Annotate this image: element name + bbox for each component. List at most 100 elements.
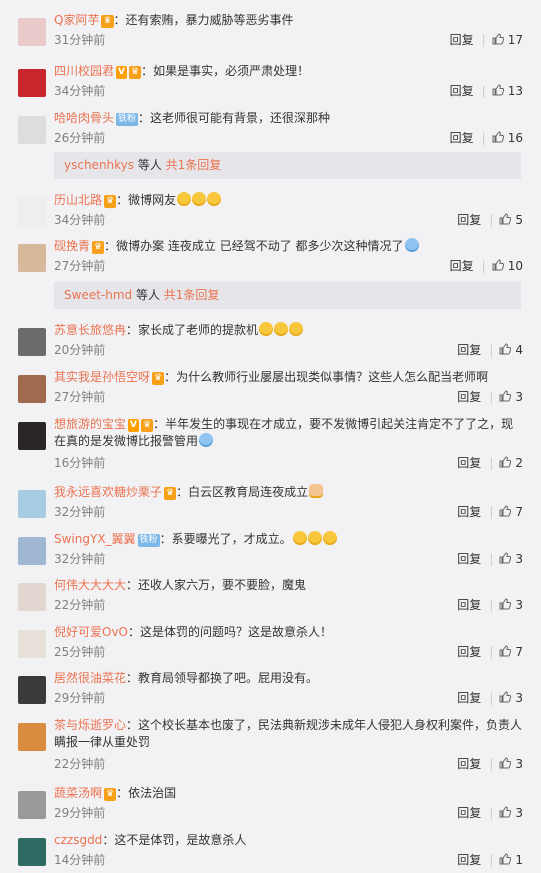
like-button[interactable]: 2 — [499, 456, 523, 470]
reply-button[interactable]: 回复 — [457, 691, 481, 705]
avatar[interactable] — [18, 490, 46, 518]
timestamp: 29分钟前 — [54, 691, 106, 705]
reply-button[interactable]: 回复 — [457, 806, 481, 820]
comment-text: ：系要曝光了，才成立。 — [159, 532, 292, 546]
reply-button[interactable]: 回复 — [457, 343, 481, 357]
username-link[interactable]: czzsgdd — [54, 833, 102, 847]
like-button[interactable]: 10 — [492, 259, 523, 273]
avatar[interactable] — [18, 630, 46, 658]
reply-count[interactable]: 共1条回复 — [166, 158, 222, 172]
reply-button[interactable]: 回复 — [450, 33, 474, 47]
reply-button[interactable]: 回复 — [450, 84, 474, 98]
username-link[interactable]: 居然很油菜花 — [54, 671, 126, 685]
divider: | — [489, 757, 494, 771]
username-link[interactable]: 四川校园君 — [54, 64, 114, 78]
vip-badge-icon: ♛ — [92, 241, 105, 254]
comment-content: 苏意长旅悠冉：家长成了老师的提款机 — [54, 322, 525, 339]
like-button[interactable]: 3 — [499, 390, 523, 404]
like-button[interactable]: 7 — [499, 645, 523, 659]
avatar[interactable] — [18, 537, 46, 565]
reply-username[interactable]: yschenhkys — [64, 158, 134, 172]
comment-item: czzsgdd：这不是体罚，是故意杀人 14分钟前 回复 | 1 — [0, 830, 541, 870]
username-link[interactable]: 倪好可爱OvO — [54, 625, 128, 639]
reply-button[interactable]: 回复 — [457, 390, 481, 404]
comment-actions: 回复 | 5 — [457, 213, 523, 227]
username-link[interactable]: Q家阿芋 — [54, 13, 99, 27]
reply-button[interactable]: 回复 — [457, 645, 481, 659]
username-link[interactable]: 我永远喜欢糖炒栗子 — [54, 485, 162, 499]
username-link[interactable]: 哈哈肉骨头 — [54, 111, 114, 125]
like-button[interactable]: 1 — [499, 853, 523, 867]
username-link[interactable]: SwingYX_翼翼 — [54, 532, 136, 546]
like-count: 3 — [515, 390, 523, 404]
verified-icon: V — [128, 419, 139, 432]
reply-button[interactable]: 回复 — [457, 505, 481, 519]
avatar[interactable] — [18, 198, 46, 226]
comment-content: 砚挽青 ♛ ：微博办案 连夜成立 已经驾不动了 都多少次这种情况了 — [54, 238, 525, 255]
avatar[interactable] — [18, 583, 46, 611]
reply-button[interactable]: 回复 — [457, 853, 481, 867]
comment-actions: 回复 | 3 — [457, 598, 523, 612]
reply-button[interactable]: 回复 — [457, 456, 481, 470]
like-button[interactable]: 16 — [492, 131, 523, 145]
comment-text: ：微博办案 连夜成立 已经驾不动了 都多少次这种情况了 — [104, 239, 404, 253]
timestamp: 22分钟前 — [54, 757, 106, 771]
avatar[interactable] — [18, 18, 46, 46]
reply-button[interactable]: 回复 — [457, 552, 481, 566]
avatar[interactable] — [18, 244, 46, 272]
username-link[interactable]: 何伟大大大大 — [54, 578, 126, 592]
comment-item: 茶与烁逝罗心：这个校长基本也废了，民法典新规涉未成年人侵犯人身权利案件，负责人瞒… — [0, 715, 541, 771]
like-count: 2 — [515, 456, 523, 470]
like-button[interactable]: 3 — [499, 757, 523, 771]
like-icon — [499, 390, 512, 402]
like-button[interactable]: 3 — [499, 691, 523, 705]
avatar[interactable] — [18, 116, 46, 144]
avatar[interactable] — [18, 422, 46, 450]
timestamp: 25分钟前 — [54, 645, 106, 659]
like-icon — [492, 259, 504, 271]
avatar[interactable] — [18, 676, 46, 704]
emoji-icon — [322, 531, 337, 545]
reply-count[interactable]: 共1条回复 — [164, 288, 220, 302]
like-icon — [499, 853, 512, 865]
username-link[interactable]: 砚挽青 — [54, 239, 90, 253]
reply-thread-link[interactable]: Sweet-hmd 等人 共1条回复 — [54, 282, 521, 309]
reply-thread-link[interactable]: yschenhkys 等人 共1条回复 — [54, 152, 521, 179]
like-button[interactable]: 3 — [499, 598, 523, 612]
like-button[interactable]: 7 — [499, 505, 523, 519]
like-button[interactable]: 3 — [499, 806, 523, 820]
comment-actions: 回复 | 16 — [450, 131, 523, 145]
avatar[interactable] — [18, 791, 46, 819]
avatar[interactable] — [18, 328, 46, 356]
vip-badge-icon: ♛ — [140, 419, 154, 432]
like-button[interactable]: 4 — [499, 343, 523, 357]
avatar[interactable] — [18, 69, 46, 97]
fans-badge: 铁粉 — [116, 113, 139, 126]
like-count: 10 — [507, 259, 523, 273]
username-link[interactable]: 苏意长旅悠冉 — [54, 323, 126, 337]
reply-button[interactable]: 回复 — [457, 757, 481, 771]
username-link[interactable]: 想旅游的宝宝 — [54, 417, 126, 431]
reply-button[interactable]: 回复 — [457, 213, 481, 227]
avatar[interactable] — [18, 723, 46, 751]
username-link[interactable]: 蔬菜汤啊 — [54, 786, 102, 800]
comment-item: 其实我是孙悟空呀 ♛ ：为什么教师行业屡屡出现类似事情？这些人怎么配当老师啊 27分钟… — [0, 367, 541, 407]
like-button[interactable]: 17 — [492, 33, 523, 47]
reply-button[interactable]: 回复 — [457, 598, 481, 612]
username-link[interactable]: 历山北路 — [54, 193, 102, 207]
like-button[interactable]: 13 — [492, 84, 523, 98]
username-link[interactable]: 茶与烁逝罗心 — [54, 718, 126, 732]
reply-button[interactable]: 回复 — [450, 131, 474, 145]
divider: | — [489, 691, 494, 705]
username-link[interactable]: 其实我是孙悟空呀 — [54, 370, 150, 384]
reply-username[interactable]: Sweet-hmd — [64, 288, 132, 302]
like-button[interactable]: 3 — [499, 552, 523, 566]
timestamp: 34分钟前 — [54, 213, 106, 227]
like-icon — [499, 598, 512, 610]
like-count: 3 — [515, 598, 523, 612]
reply-button[interactable]: 回复 — [450, 259, 474, 273]
like-button[interactable]: 5 — [499, 213, 523, 227]
vip-badge-icon: ♛ — [104, 195, 117, 208]
avatar[interactable] — [18, 838, 46, 866]
avatar[interactable] — [18, 375, 46, 403]
